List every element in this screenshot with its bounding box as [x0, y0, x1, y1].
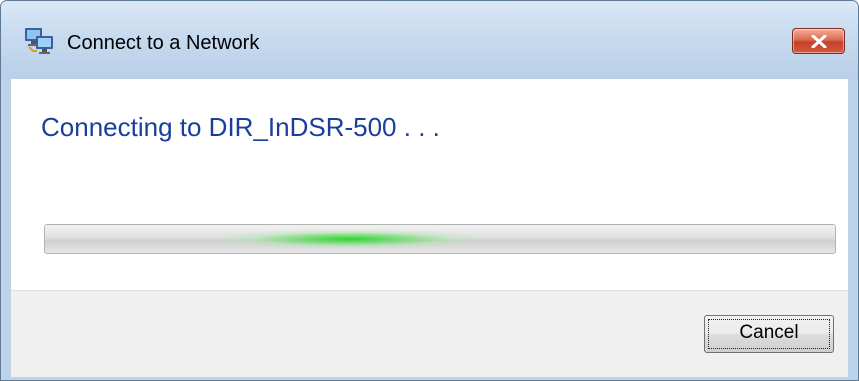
window-title: Connect to a Network — [67, 32, 260, 54]
connection-progress-bar — [44, 224, 836, 254]
connecting-heading: Connecting to DIR_InDSR-500 . . . — [41, 112, 440, 142]
dialog-footer: Cancel — [11, 290, 848, 377]
dialog-content: Connecting to DIR_InDSR-500 . . . — [11, 79, 848, 290]
network-connection-icon — [23, 25, 55, 55]
cancel-button[interactable]: Cancel — [704, 315, 834, 353]
close-icon — [811, 35, 827, 48]
cancel-button-label: Cancel — [739, 322, 799, 343]
progress-marquee — [225, 230, 475, 248]
title-bar[interactable]: Connect to a Network — [1, 1, 858, 79]
close-button[interactable] — [792, 28, 845, 54]
dialog-window: Connect to a Network Connecting to DIR_I… — [0, 0, 859, 381]
